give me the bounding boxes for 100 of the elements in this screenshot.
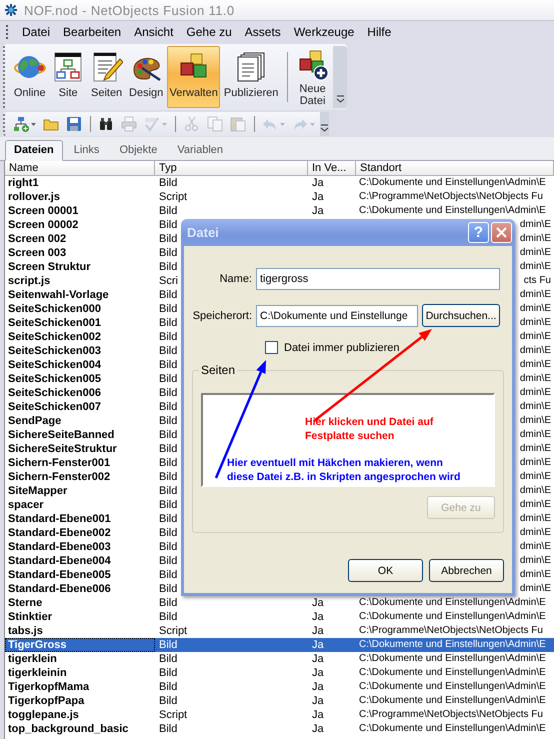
tab[interactable]: Variablen (168, 140, 232, 161)
table-cell: Bild (159, 722, 178, 736)
table-row-highlight[interactable]: Seitenwahl-Vorlage (5, 288, 155, 302)
table-cell: tabs.js (8, 624, 43, 638)
table-cell: top_background_basic (8, 722, 128, 736)
table-row-highlight[interactable]: Screen Struktur (5, 260, 155, 274)
table-row-highlight[interactable]: SendPage (5, 414, 155, 428)
toolbar-button[interactable]: Publizieren (221, 46, 281, 108)
menu-item[interactable]: Werkzeuge (288, 23, 360, 41)
table-cell: C:\Dokumente und Einstellungen\Admin\E (359, 596, 546, 610)
table-cell: SeiteSchicken002 (8, 330, 101, 344)
table-row-highlight[interactable]: SichereSeiteBanned (5, 428, 155, 442)
column-header[interactable]: Standort (356, 161, 554, 176)
tab[interactable]: Dateien (5, 140, 63, 161)
table-cell: SeiteSchicken006 (8, 386, 101, 400)
toolbar-button[interactable]: Site (49, 46, 87, 108)
dialog-button[interactable]: OK (348, 559, 423, 582)
table-cell: dmin\E (520, 498, 551, 512)
menu-item[interactable]: Ansicht (129, 23, 178, 41)
table-row-highlight[interactable]: TigerkopfMama (5, 680, 155, 694)
table-cell: Script (159, 708, 188, 722)
dialog-button[interactable]: Abbrechen (429, 559, 504, 582)
table-row-highlight[interactable]: Standard-Ebene006 (5, 582, 155, 596)
table-row-highlight[interactable]: SeiteSchicken007 (5, 400, 155, 414)
input-field[interactable]: tigergross (256, 268, 500, 290)
tab[interactable]: Links (64, 140, 108, 161)
table-row-highlight[interactable]: rollover.js (5, 190, 155, 204)
table-row-highlight[interactable]: TigerkopfPapa (5, 694, 155, 708)
table-row-highlight[interactable]: Sichern-Fenster001 (5, 456, 155, 470)
table-row-highlight[interactable]: Sichern-Fenster002 (5, 470, 155, 484)
table-cell: Bild (159, 554, 178, 568)
table-row-highlight[interactable]: tigerklein (5, 652, 155, 666)
table-row-highlight[interactable]: Stinktier (5, 610, 155, 624)
table-row-highlight[interactable]: script.js (5, 274, 155, 288)
table-cell: dmin\E (520, 372, 551, 386)
group-title: Seiten (199, 363, 238, 377)
table-cell: spacer (8, 498, 44, 512)
table-row-highlight[interactable]: togglepane.js (5, 708, 155, 722)
table-cell: Standard-Ebene005 (8, 568, 111, 582)
table-row-highlight[interactable]: TigerGross (5, 638, 155, 652)
table-row-highlight[interactable]: SichereSeiteStruktur (5, 442, 155, 456)
table-row-highlight[interactable]: spacer (5, 498, 155, 512)
table-cell: Bild (159, 694, 178, 708)
table-cell: Ja (312, 694, 324, 708)
table-cell: tigerklein (8, 652, 57, 666)
table-cell: dmin\E (520, 568, 551, 582)
table-cell: SeiteSchicken007 (8, 400, 101, 414)
table-cell: dmin\E (520, 484, 551, 498)
table-cell: SiteMapper (8, 484, 68, 498)
toolbar-button[interactable]: Neue Datei (292, 46, 332, 108)
table-row-highlight[interactable]: SiteMapper (5, 484, 155, 498)
tab[interactable]: Objekte (110, 140, 166, 161)
menu-item[interactable]: Gehe zu (181, 23, 237, 41)
table-row-highlight[interactable]: SeiteSchicken000 (5, 302, 155, 316)
table-row-highlight[interactable]: right1 (5, 176, 155, 190)
table-row-highlight[interactable]: Standard-Ebene001 (5, 512, 155, 526)
table-cell: C:\Dokumente und Einstellungen\Admin\E (359, 694, 546, 708)
column-header[interactable]: In Ve... (308, 161, 356, 176)
table-cell: Bild (159, 358, 178, 372)
table-row-highlight[interactable]: tigerkleinin (5, 666, 155, 680)
table-row-highlight[interactable]: Screen 003 (5, 246, 155, 260)
table-row-highlight[interactable]: SeiteSchicken006 (5, 386, 155, 400)
menu-item[interactable]: Datei (17, 23, 56, 41)
table-cell: SeiteSchicken000 (8, 302, 101, 316)
table-cell: Ja (312, 722, 324, 736)
toolbar-button[interactable]: Verwalten (166, 46, 220, 108)
table-row-highlight[interactable]: SeiteSchicken001 (5, 316, 155, 330)
table-cell: Bild (159, 428, 178, 442)
table-row-highlight[interactable]: Screen 00001 (5, 204, 155, 218)
menu-item[interactable]: Assets (240, 23, 286, 41)
menu-item[interactable]: Bearbeiten (58, 23, 126, 41)
table-cell: Bild (159, 610, 178, 624)
table-row-highlight[interactable]: Standard-Ebene003 (5, 540, 155, 554)
table-row-highlight[interactable]: top_background_basic (5, 722, 155, 736)
table-row-highlight[interactable]: tabs.js (5, 624, 155, 638)
table-cell: C:\Dokumente und Einstellungen\Admin\E (359, 652, 546, 666)
table-row-highlight[interactable]: SeiteSchicken005 (5, 372, 155, 386)
table-cell: Screen 00001 (8, 204, 78, 218)
table-cell: Bild (159, 456, 178, 470)
table-row-highlight[interactable]: SeiteSchicken004 (5, 358, 155, 372)
toolbar-button[interactable]: Online (11, 46, 48, 108)
table-row-highlight[interactable]: Sterne (5, 596, 155, 610)
browse-button[interactable]: Durchsuchen... (422, 304, 500, 327)
table-cell: Ja (312, 190, 324, 204)
toolbar-button[interactable]: Seiten (88, 46, 126, 108)
table-row-highlight[interactable]: SeiteSchicken003 (5, 344, 155, 358)
table-row-highlight[interactable]: Standard-Ebene002 (5, 526, 155, 540)
table-row-highlight[interactable]: Standard-Ebene004 (5, 554, 155, 568)
table-cell: dmin\E (520, 260, 551, 274)
table-cell: Bild (159, 568, 178, 582)
menu-item[interactable]: Hilfe (362, 23, 396, 41)
column-header[interactable]: Typ (155, 161, 308, 176)
input-field[interactable]: C:\Dokumente und Einstellunge (256, 304, 418, 326)
toolbar-button[interactable]: Design (126, 46, 166, 108)
table-row-highlight[interactable]: Screen 00002 (5, 218, 155, 232)
table-row-highlight[interactable]: Screen 002 (5, 232, 155, 246)
table-row-highlight[interactable]: Standard-Ebene005 (5, 568, 155, 582)
column-header[interactable]: Name (5, 161, 155, 176)
table-row-highlight[interactable]: SeiteSchicken002 (5, 330, 155, 344)
table-cell: Bild (159, 484, 178, 498)
